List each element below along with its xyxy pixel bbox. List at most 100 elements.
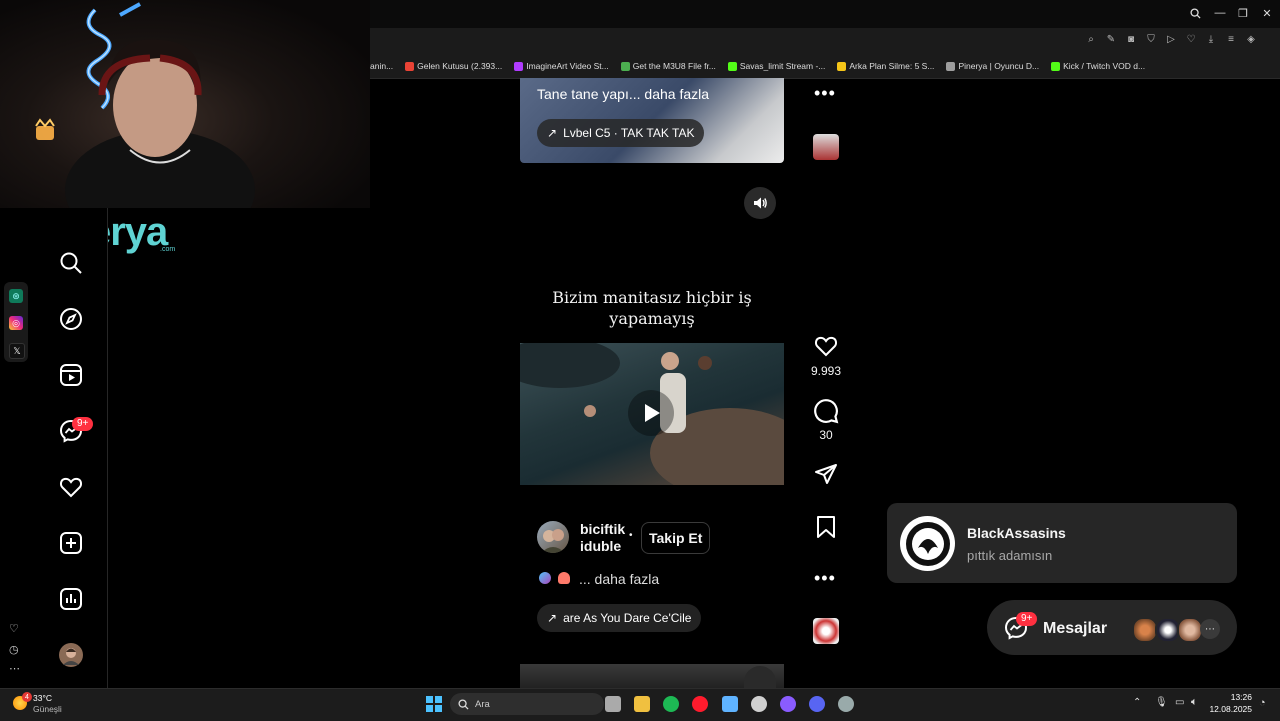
clock-time[interactable]: 13:26 (1208, 692, 1252, 702)
reel-2-audio-thumbnail[interactable] (813, 618, 839, 644)
nav-create-icon[interactable] (58, 530, 84, 556)
weather-label: Güneşli (33, 704, 62, 714)
minimize-icon[interactable]: — (1212, 5, 1228, 21)
profile-avatar[interactable] (58, 642, 84, 668)
x-icon[interactable]: 𝕏 (9, 343, 25, 359)
like-icon[interactable] (813, 334, 839, 363)
octopus-icon (558, 572, 571, 584)
tray-chevron-icon[interactable]: ⌃ (1133, 697, 1141, 708)
follow-button[interactable]: Takip Et (641, 522, 711, 554)
bookmark-label: Arka Plan Silme: 5 S... (849, 61, 935, 71)
volume-icon[interactable] (744, 187, 776, 219)
blackassasins-avatar[interactable] (900, 516, 955, 571)
zoom-icon[interactable]: ⌕ (1084, 32, 1098, 46)
bookmark-item[interactable]: Savas_limit Stream -... (727, 61, 825, 71)
nav-reels-icon[interactable] (58, 362, 84, 388)
reel-1-caption[interactable]: Tane tane yapı... daha fazla (537, 86, 709, 102)
messages-badge: 9+ (72, 417, 94, 431)
bookmark-favicon-icon (405, 61, 415, 71)
play-button[interactable] (628, 390, 674, 436)
taskbar-search-label: Ara (475, 698, 490, 710)
bookmark-item[interactable]: Pinerya | Oyuncu D... (946, 61, 1039, 71)
reel-1-music-pill[interactable]: ↗ Lvbel C5 · TAK TAK TAK (537, 119, 705, 147)
search-icon[interactable] (1187, 5, 1203, 21)
reel-1-audio-thumbnail[interactable] (813, 134, 839, 160)
bookmark-item[interactable]: Gelen Kutusu (2.393... (405, 61, 502, 71)
settings-icon[interactable] (838, 696, 854, 712)
windows-start-icon[interactable] (426, 696, 442, 712)
webcam-overlay (0, 0, 370, 208)
bookmark-favicon-icon (1051, 61, 1061, 71)
save-icon[interactable] (815, 515, 837, 544)
shield-icon[interactable]: ⛉ (1144, 32, 1158, 46)
nav-search-icon[interactable] (58, 250, 84, 276)
app-icon-1[interactable] (722, 696, 738, 712)
extensions-icon[interactable]: ◈ (1244, 32, 1258, 46)
pinerya-logo-sub: .com (160, 246, 176, 253)
taskbar-search-icon (458, 698, 469, 710)
instagram-icon[interactable]: ◎ (9, 316, 23, 330)
taskbar-search[interactable]: Ara (450, 693, 604, 715)
more-chats-icon[interactable]: ⋯ (1200, 619, 1220, 639)
opera-icon[interactable] (692, 696, 708, 712)
bookmark-item[interactable]: Arka Plan Silme: 5 S... (837, 61, 934, 71)
bookmark-item[interactable]: Kick / Twitch VOD d... (1051, 61, 1145, 71)
bookmarks-bar: anin... Gelen Kutusu (2.393... ImagineArt … (370, 54, 1280, 79)
bookmark-item[interactable]: anin... (370, 61, 393, 71)
download-icon[interactable]: ⤓ (1204, 32, 1218, 46)
reel-2-more-icon[interactable]: ••• (814, 568, 836, 589)
reel-1-more-icon[interactable]: ••• (814, 83, 836, 104)
weather-badge: 4 (22, 692, 32, 702)
close-icon[interactable]: ✕ (1259, 5, 1275, 21)
reel-2-music-label: are As You Dare Ce'Cile (563, 611, 692, 625)
nav-explore-icon[interactable] (58, 306, 84, 332)
task-view-icon[interactable] (605, 696, 621, 712)
app-icon-2[interactable] (751, 696, 767, 712)
reel-2-overlay-text: Bizim manitasız hiçbir iş yapamayış (552, 288, 752, 328)
caption-emojis (539, 572, 571, 587)
clock-date[interactable]: 12.08.2025 (1200, 704, 1252, 714)
menu-icon[interactable]: ≡ (1224, 32, 1238, 46)
spotify-icon[interactable] (663, 696, 679, 712)
reel-2-music-pill[interactable]: ↗ are As You Dare Ce'Cile (537, 604, 702, 632)
nav-dashboard-icon[interactable] (58, 586, 84, 612)
bookmark-item[interactable]: ImagineArt Video St... (514, 61, 609, 71)
bookmark-label: Get the M3U8 File fr... (632, 61, 716, 71)
network-icon[interactable]: ▭ (1175, 697, 1184, 708)
streamer-photo (35, 2, 255, 208)
bookmark-label: Pinerya | Oyuncu D... (958, 61, 1040, 71)
reel-1-music-label: Lvbel C5 · TAK TAK TAK (563, 126, 695, 140)
heart-icon[interactable]: ♡ (1184, 32, 1198, 46)
play-icon[interactable]: ▷ (1164, 32, 1178, 46)
author-username[interactable]: biciftik iduble (580, 521, 625, 555)
file-explorer-icon[interactable] (634, 696, 650, 712)
toast-message: pıttık adamısın (967, 548, 1053, 563)
speaker-icon[interactable]: 🔈︎ (1191, 696, 1198, 709)
history-icon[interactable]: ◷ (9, 643, 19, 656)
camera-icon[interactable]: ◙ (1124, 32, 1138, 46)
edit-icon[interactable]: ✎ (1104, 32, 1118, 46)
bookmark-favicon-icon (946, 61, 956, 71)
reel-2-caption[interactable]: ... daha fazla (579, 571, 659, 587)
share-icon[interactable] (813, 462, 839, 491)
bookmark-favicon-icon (620, 61, 630, 71)
app-icon-3[interactable] (780, 696, 796, 712)
notifications-icon[interactable]: ◔ (1259, 697, 1266, 709)
comment-count: 30 (819, 428, 833, 442)
weather-temp: 33°C (33, 693, 52, 703)
like-count: 9.993 (810, 364, 842, 378)
nav-notifications-icon[interactable] (58, 474, 84, 500)
more-icon[interactable]: ⋯ (9, 662, 20, 675)
restore-icon[interactable]: ❐ (1235, 5, 1251, 21)
author-avatar[interactable] (537, 521, 569, 553)
bookmark-favicon-icon (514, 61, 524, 71)
microphone-icon[interactable]: 🎙︎ (1155, 697, 1168, 708)
chatgpt-icon[interactable]: ⊛ (9, 289, 23, 303)
favorite-icon[interactable]: ♡ (9, 622, 19, 635)
bookmark-label: Kick / Twitch VOD d... (1063, 61, 1146, 71)
discord-icon[interactable] (809, 696, 825, 712)
author-separator: • (629, 530, 633, 541)
bookmark-favicon-icon (837, 61, 847, 71)
bookmark-item[interactable]: Get the M3U8 File fr... (620, 61, 716, 71)
comment-icon[interactable] (813, 398, 839, 429)
